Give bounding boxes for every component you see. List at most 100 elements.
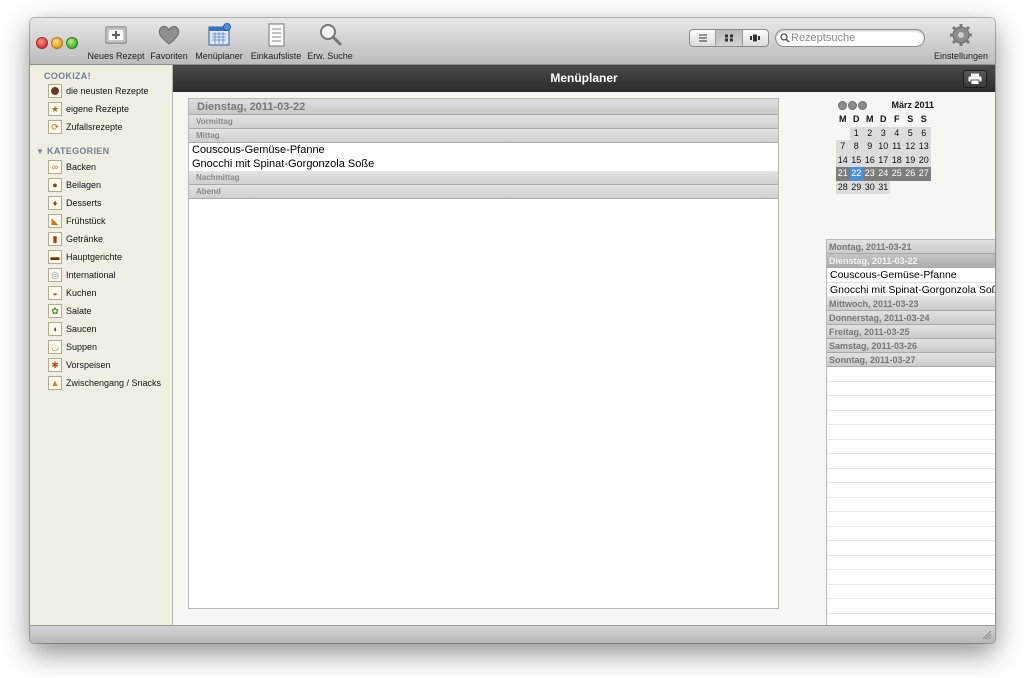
week-empty-row [827, 556, 995, 570]
calendar-day[interactable]: 6 [917, 126, 931, 140]
new-recipe-button[interactable]: Neues Rezept [86, 22, 146, 61]
calendar-day[interactable]: 30 [863, 180, 877, 194]
sidebar-item-snacks[interactable]: ▲ Zwischengang / Snacks [48, 375, 161, 391]
sidebar-item-own-recipes[interactable]: ★ eigene Rezepte [48, 101, 129, 117]
appetizer-icon: ✱ [48, 358, 62, 372]
settings-button[interactable]: Einstellungen [931, 22, 991, 61]
week-empty-row [827, 469, 995, 483]
calendar-day[interactable]: 31 [876, 180, 890, 194]
today-button[interactable] [848, 101, 857, 110]
sidebar-item-suppen[interactable]: ◡ Suppen [48, 339, 97, 355]
calendar-day[interactable]: 11 [890, 140, 904, 154]
calendar-day[interactable]: 29 [849, 180, 863, 194]
calendar-day[interactable]: 14 [836, 153, 850, 167]
calendar-month-label: März 2011 [891, 100, 934, 110]
sidebar-item-international[interactable]: ◎ International [48, 267, 116, 283]
week-day-header[interactable]: Donnerstag, 2011-03-24 [827, 311, 995, 325]
print-button[interactable] [963, 70, 987, 88]
sidebar-item-backen[interactable]: ∞ Backen [48, 159, 96, 175]
sidebar-categories-heading[interactable]: ▼ KATEGORIEN [36, 146, 109, 156]
side-dish-icon: ● [48, 178, 62, 192]
resize-grip-icon[interactable] [982, 630, 992, 640]
recipe-search-input[interactable]: Rezeptsuche [775, 29, 925, 47]
meal-section-evening[interactable]: Abend [189, 185, 778, 199]
calendar-day[interactable]: 21 [836, 167, 850, 181]
sidebar-item-saucen[interactable]: ◖ Saucen [48, 321, 97, 337]
sidebar-item-kuchen[interactable]: ◒ Kuchen [48, 285, 97, 301]
week-day-header[interactable]: Montag, 2011-03-21 [827, 240, 995, 254]
favorites-button[interactable]: Favoriten [148, 22, 190, 61]
calendar-day[interactable]: 8 [849, 140, 863, 154]
categories-heading-label: KATEGORIEN [47, 146, 110, 156]
next-month-button[interactable] [858, 101, 867, 110]
calendar-day[interactable]: 3 [876, 126, 890, 140]
cover-flow-button[interactable] [743, 30, 768, 46]
calendar-empty-cell [904, 181, 918, 195]
menu-planner-button[interactable]: Menüplaner [193, 22, 245, 61]
calendar-day[interactable]: 5 [903, 126, 917, 140]
week-day-header[interactable]: Freitag, 2011-03-25 [827, 325, 995, 339]
calendar-day-selected[interactable]: 22 [849, 167, 863, 181]
gear-icon [950, 24, 972, 46]
calendar-day[interactable]: 2 [863, 126, 877, 140]
sidebar-item-salate[interactable]: ✿ Salate [48, 303, 92, 319]
meal-section-afternoon[interactable]: Nachmittag [189, 171, 778, 185]
list-view-button[interactable] [690, 30, 717, 46]
sidebar-item-desserts[interactable]: ♦ Desserts [48, 195, 102, 211]
shopping-list-button[interactable]: Einkaufsliste [248, 22, 304, 61]
week-meal-entry[interactable]: Gnocchi mit Spinat-Gorgonzola Soße [827, 283, 995, 297]
week-empty-row [827, 367, 995, 382]
sidebar-item-label: Backen [66, 162, 97, 172]
calendar-day[interactable]: 15 [849, 153, 863, 167]
calendar-day[interactable]: 16 [863, 153, 877, 167]
calendar-day[interactable]: 26 [903, 167, 917, 181]
week-day-header[interactable]: Mittwoch, 2011-03-23 [827, 297, 995, 311]
grid-view-icon [724, 34, 733, 42]
calendar-day[interactable]: 17 [876, 153, 890, 167]
sidebar-item-hauptgerichte[interactable]: ▬ Hauptgerichte [48, 249, 122, 265]
previous-month-button[interactable] [838, 101, 847, 110]
meal-section-lunch[interactable]: Mittag [189, 129, 778, 143]
meal-entry[interactable]: Gnocchi mit Spinat-Gorgonzola Soße [189, 157, 778, 171]
grid-view-button[interactable] [716, 30, 743, 46]
calendar-day[interactable]: 12 [903, 140, 917, 154]
advanced-search-label: Erw. Suche [307, 51, 353, 61]
week-meal-entry[interactable]: Couscous-Gemüse-Pfanne [827, 268, 995, 283]
meal-section-morning[interactable]: Vormittag [189, 115, 778, 129]
calendar-day[interactable]: 28 [836, 180, 850, 194]
sidebar: COOKIZA! die neusten Rezepte ★ eigene Re… [30, 65, 173, 625]
sidebar-item-random[interactable]: ⟳ Zufallsrezepte [48, 119, 123, 135]
calendar-day[interactable]: 1 [849, 126, 863, 140]
advanced-search-button[interactable]: Erw. Suche [307, 22, 353, 61]
calendar-day[interactable]: 25 [890, 167, 904, 181]
close-window-button[interactable] [36, 37, 48, 49]
sidebar-item-vorspeisen[interactable]: ✱ Vorspeisen [48, 357, 111, 373]
status-bar [30, 625, 995, 643]
calendar-day[interactable]: 9 [863, 140, 877, 154]
sidebar-item-newest[interactable]: die neusten Rezepte [48, 83, 149, 99]
calendar-day[interactable]: 23 [863, 167, 877, 181]
content-header: Menüplaner [173, 65, 995, 92]
calendar-day[interactable]: 13 [917, 140, 931, 154]
sidebar-item-fruehstueck[interactable]: ◣ Frühstück [48, 213, 106, 229]
calendar-day[interactable]: 7 [836, 140, 850, 154]
calendar-day[interactable]: 27 [917, 167, 931, 181]
week-empty-row [827, 454, 995, 469]
calendar-day[interactable]: 10 [876, 140, 890, 154]
calendar-weekday-header: F [894, 114, 900, 124]
week-empty-row [827, 541, 995, 556]
sidebar-item-beilagen[interactable]: ● Beilagen [48, 177, 101, 193]
calendar-day[interactable]: 18 [890, 153, 904, 167]
sidebar-item-label: eigene Rezepte [66, 104, 130, 114]
calendar-day[interactable]: 4 [890, 126, 904, 140]
calendar-day[interactable]: 19 [903, 153, 917, 167]
week-day-header-selected[interactable]: Dienstag, 2011-03-22 [827, 254, 995, 268]
zoom-window-button[interactable] [66, 37, 78, 49]
calendar-day[interactable]: 20 [917, 153, 931, 167]
week-day-header[interactable]: Sonntag, 2011-03-27 [827, 353, 995, 367]
minimize-window-button[interactable] [51, 37, 63, 49]
week-day-header[interactable]: Samstag, 2011-03-26 [827, 339, 995, 353]
calendar-day[interactable]: 24 [876, 167, 890, 181]
sidebar-item-getraenke[interactable]: ▮ Getränke [48, 231, 103, 247]
meal-entry[interactable]: Couscous-Gemüse-Pfanne [189, 143, 778, 157]
